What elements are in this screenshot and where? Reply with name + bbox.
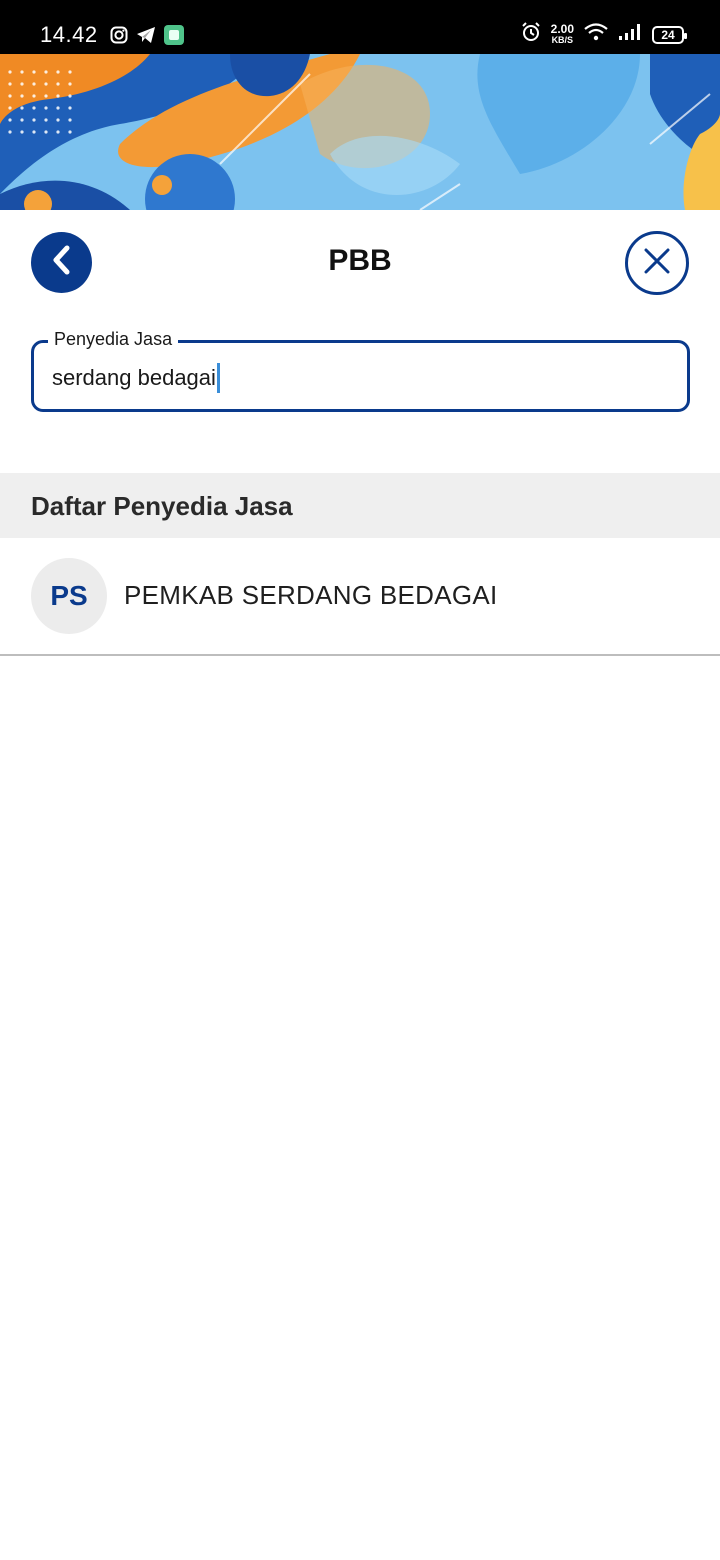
wifi-icon	[584, 23, 608, 46]
instagram-icon	[110, 26, 128, 49]
provider-list-item[interactable]: PS PEMKAB SERDANG BEDAGAI	[0, 538, 720, 656]
provider-search-field[interactable]: Penyedia Jasa serdang bedagai	[31, 329, 690, 412]
provider-avatar: PS	[31, 558, 107, 634]
header-banner	[0, 54, 720, 210]
alarm-icon	[521, 22, 541, 47]
net-speed: 2.00 KB/S	[550, 22, 574, 45]
close-icon	[644, 248, 670, 279]
close-button[interactable]	[625, 231, 689, 295]
battery-level: 24	[661, 27, 675, 42]
system-icons: 2.00 KB/S 24	[521, 22, 687, 47]
provider-name: PEMKAB SERDANG BEDAGAI	[124, 580, 498, 610]
status-time: 14.42	[40, 22, 98, 47]
battery-icon: 24	[652, 25, 687, 44]
provider-list-title: Daftar Penyedia Jasa	[31, 491, 293, 521]
provider-search-value: serdang bedagai	[52, 365, 216, 390]
provider-list-header: Daftar Penyedia Jasa	[0, 473, 720, 538]
provider-search-input[interactable]: serdang bedagai	[52, 363, 220, 393]
net-speed-value: 2.00	[550, 22, 574, 36]
provider-field-label: Penyedia Jasa	[48, 329, 179, 350]
text-caret	[216, 363, 220, 393]
signal-icon	[618, 23, 642, 46]
app-icon	[164, 25, 184, 50]
telegram-icon	[136, 26, 156, 49]
status-bar: 14.42 2.00 KB/S 24	[0, 0, 720, 54]
notification-icons	[110, 25, 184, 50]
net-speed-unit: KB/S	[551, 35, 574, 45]
page-title: PBB	[328, 244, 392, 277]
